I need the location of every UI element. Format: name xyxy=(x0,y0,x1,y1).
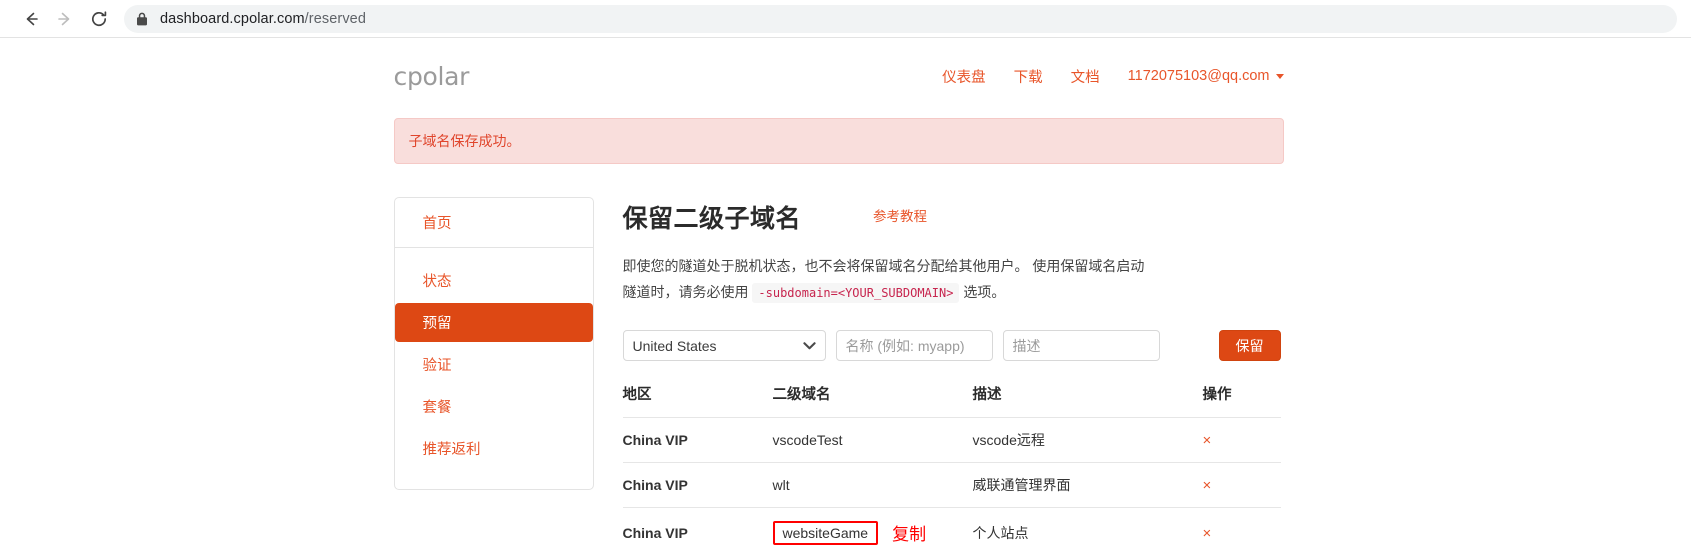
chevron-down-icon xyxy=(1276,74,1284,79)
description-text-part2: 选项。 xyxy=(963,284,1005,300)
forward-button[interactable] xyxy=(48,2,82,36)
sidebar-item-label: 预留 xyxy=(423,316,452,332)
sidebar-item-label: 套餐 xyxy=(423,400,452,416)
column-header-region: 地区 xyxy=(623,383,773,418)
browser-toolbar: dashboard.cpolar.com/reserved xyxy=(0,0,1691,38)
cell-description: 威联通管理界面 xyxy=(973,463,1203,508)
sidebar-item-reserved[interactable]: 预留 xyxy=(395,303,593,342)
success-alert: 子域名保存成功。 xyxy=(394,118,1284,164)
subdomain-flag-code: -subdomain=<YOUR_SUBDOMAIN> xyxy=(752,283,959,303)
sidebar-item-home[interactable]: 首页 xyxy=(395,198,593,248)
reload-icon xyxy=(89,9,109,29)
user-menu-button[interactable]: 1172075103@qq.com xyxy=(1128,68,1284,84)
sidebar-home-label: 首页 xyxy=(423,216,452,232)
reload-button[interactable] xyxy=(82,2,116,36)
address-bar[interactable]: dashboard.cpolar.com/reserved xyxy=(124,5,1677,33)
cell-description: vscode远程 xyxy=(973,418,1203,463)
region-select-wrapper: United States xyxy=(623,330,826,361)
back-button[interactable] xyxy=(14,2,48,36)
cell-action: × xyxy=(1203,418,1281,463)
subdomain-name-input[interactable] xyxy=(836,330,993,361)
page-container: cpolar 仪表盘 下载 文档 1172075103@qq.com 子域名保存… xyxy=(394,38,1284,557)
user-email-label: 1172075103@qq.com xyxy=(1128,68,1270,84)
table-header-row: 地区 二级域名 描述 操作 xyxy=(623,383,1281,418)
sidebar: 首页 状态 预留 验证 套餐 推荐返利 xyxy=(394,197,594,490)
cell-action: × xyxy=(1203,508,1281,557)
column-header-subdomain: 二级域名 xyxy=(773,383,973,418)
sidebar-item-status[interactable]: 状态 xyxy=(395,261,593,300)
reserved-subdomains-table: 地区 二级域名 描述 操作 China VIP vscodeTest vscod… xyxy=(623,383,1281,557)
cell-region: China VIP xyxy=(623,508,773,557)
highlight-annotation-box: websiteGame xyxy=(773,521,879,545)
sidebar-item-verify[interactable]: 验证 xyxy=(395,345,593,384)
column-header-description: 描述 xyxy=(973,383,1203,418)
copy-annotation-label: 复制 xyxy=(892,520,926,545)
subdomain-annotated-group: websiteGame 复制 xyxy=(773,520,973,545)
table-row: China VIP wlt 威联通管理界面 × xyxy=(623,463,1281,508)
table-body: China VIP vscodeTest vscode远程 × China VI… xyxy=(623,418,1281,557)
nav-item-dashboard[interactable]: 仪表盘 xyxy=(942,66,986,87)
arrow-right-icon xyxy=(55,9,75,29)
table-head: 地区 二级域名 描述 操作 xyxy=(623,383,1281,418)
arrow-left-icon xyxy=(21,9,41,29)
reserve-form: United States 保留 xyxy=(623,330,1284,361)
title-row: 保留二级子域名 参考教程 xyxy=(623,199,1284,235)
delete-icon[interactable]: × xyxy=(1203,525,1212,542)
url-host: dashboard.cpolar.com xyxy=(160,11,305,27)
delete-icon[interactable]: × xyxy=(1203,432,1212,449)
sidebar-item-label: 验证 xyxy=(423,358,452,374)
sidebar-item-label: 状态 xyxy=(423,274,452,290)
lock-icon xyxy=(136,12,148,26)
region-select[interactable]: United States xyxy=(623,330,826,361)
cell-action: × xyxy=(1203,463,1281,508)
column-header-action: 操作 xyxy=(1203,383,1281,418)
cell-region: China VIP xyxy=(623,418,773,463)
cell-description: 个人站点 xyxy=(973,508,1203,557)
alert-message: 子域名保存成功。 xyxy=(409,133,521,149)
sidebar-list: 状态 预留 验证 套餐 推荐返利 xyxy=(395,248,593,468)
cpolar-logo[interactable]: cpolar xyxy=(394,62,470,91)
page-title: 保留二级子域名 xyxy=(623,199,802,235)
sidebar-item-plan[interactable]: 套餐 xyxy=(395,387,593,426)
description-input[interactable] xyxy=(1003,330,1160,361)
tutorial-link[interactable]: 参考教程 xyxy=(873,205,927,225)
nav-item-docs[interactable]: 文档 xyxy=(1071,66,1100,87)
cell-subdomain: websiteGame 复制 xyxy=(773,508,973,557)
reserve-button[interactable]: 保留 xyxy=(1219,330,1281,361)
table-row: China VIP websiteGame 复制 个人站点 × xyxy=(623,508,1281,557)
url-text: dashboard.cpolar.com/reserved xyxy=(160,11,366,27)
main-content: 保留二级子域名 参考教程 即使您的隧道处于脱机状态，也不会将保留域名分配给其他用… xyxy=(594,197,1284,557)
page-description: 即使您的隧道处于脱机状态，也不会将保留域名分配给其他用户。 使用保留域名启动隧道… xyxy=(623,253,1145,306)
sidebar-item-referral[interactable]: 推荐返利 xyxy=(395,429,593,468)
page-body: cpolar 仪表盘 下载 文档 1172075103@qq.com 子域名保存… xyxy=(0,38,1691,546)
cell-subdomain: wlt xyxy=(773,463,973,508)
top-navigation: 仪表盘 下载 文档 1172075103@qq.com xyxy=(942,66,1283,87)
url-path: /reserved xyxy=(305,11,366,27)
cell-subdomain: vscodeTest xyxy=(773,418,973,463)
table-row: China VIP vscodeTest vscode远程 × xyxy=(623,418,1281,463)
cell-region: China VIP xyxy=(623,463,773,508)
nav-item-download[interactable]: 下载 xyxy=(1014,66,1043,87)
delete-icon[interactable]: × xyxy=(1203,477,1212,494)
sidebar-item-label: 推荐返利 xyxy=(423,442,481,458)
content-row: 首页 状态 预留 验证 套餐 推荐返利 xyxy=(394,197,1284,557)
site-header: cpolar 仪表盘 下载 文档 1172075103@qq.com xyxy=(394,38,1284,100)
